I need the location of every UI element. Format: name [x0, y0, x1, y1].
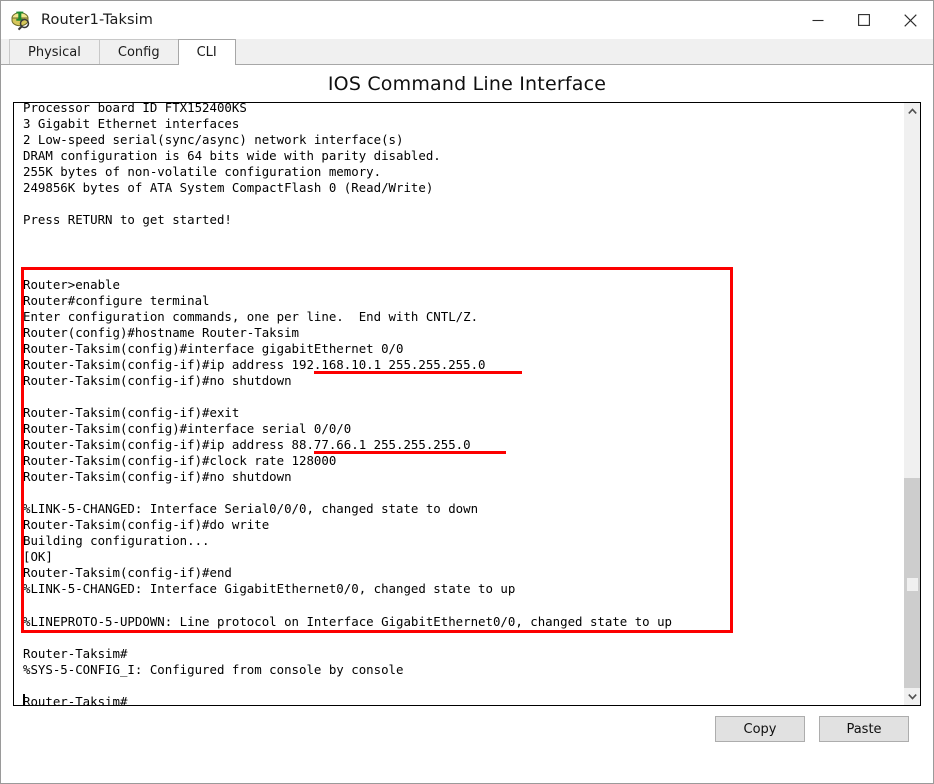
tab-bar: Physical Config CLI [1, 39, 933, 65]
tab-cli[interactable]: CLI [177, 39, 236, 65]
terminal-container: Processor board ID FTX152400KS 3 Gigabit… [13, 102, 921, 706]
tab-config[interactable]: Config [98, 39, 179, 64]
tab-cli-label: CLI [196, 45, 217, 60]
router-device-icon [11, 9, 33, 31]
tab-physical[interactable]: Physical [9, 39, 100, 64]
cli-window: Router1-Taksim Physical Config CLI IOS C… [0, 0, 934, 784]
minimize-icon[interactable] [795, 1, 841, 39]
terminal-output[interactable]: Processor board ID FTX152400KS 3 Gigabit… [14, 103, 903, 705]
terminal-text: Processor board ID FTX152400KS 3 Gigabit… [23, 103, 673, 705]
scrollbar-down-arrow-chevron-down-icon[interactable] [904, 688, 920, 705]
window-controls [795, 1, 933, 39]
footer-bar: Copy Paste [13, 706, 921, 768]
title-bar: Router1-Taksim [1, 1, 933, 39]
scrollbar-thumb-grip [907, 578, 918, 591]
paste-button[interactable]: Paste [819, 716, 909, 742]
terminal-scrollbar[interactable] [903, 103, 920, 705]
tab-physical-label: Physical [28, 44, 81, 60]
maximize-icon[interactable] [841, 1, 887, 39]
scrollbar-up-arrow-chevron-up-icon[interactable] [904, 103, 920, 120]
close-icon[interactable] [887, 1, 933, 39]
window-title: Router1-Taksim [41, 12, 154, 28]
scrollbar-thumb[interactable] [904, 478, 920, 693]
cli-panel: IOS Command Line Interface Processor boa… [1, 65, 933, 783]
scrollbar-track[interactable] [904, 120, 920, 693]
panel-title: IOS Command Line Interface [327, 73, 607, 95]
copy-button[interactable]: Copy [715, 716, 805, 742]
tab-config-label: Config [117, 44, 160, 60]
terminal-caret [23, 694, 25, 705]
